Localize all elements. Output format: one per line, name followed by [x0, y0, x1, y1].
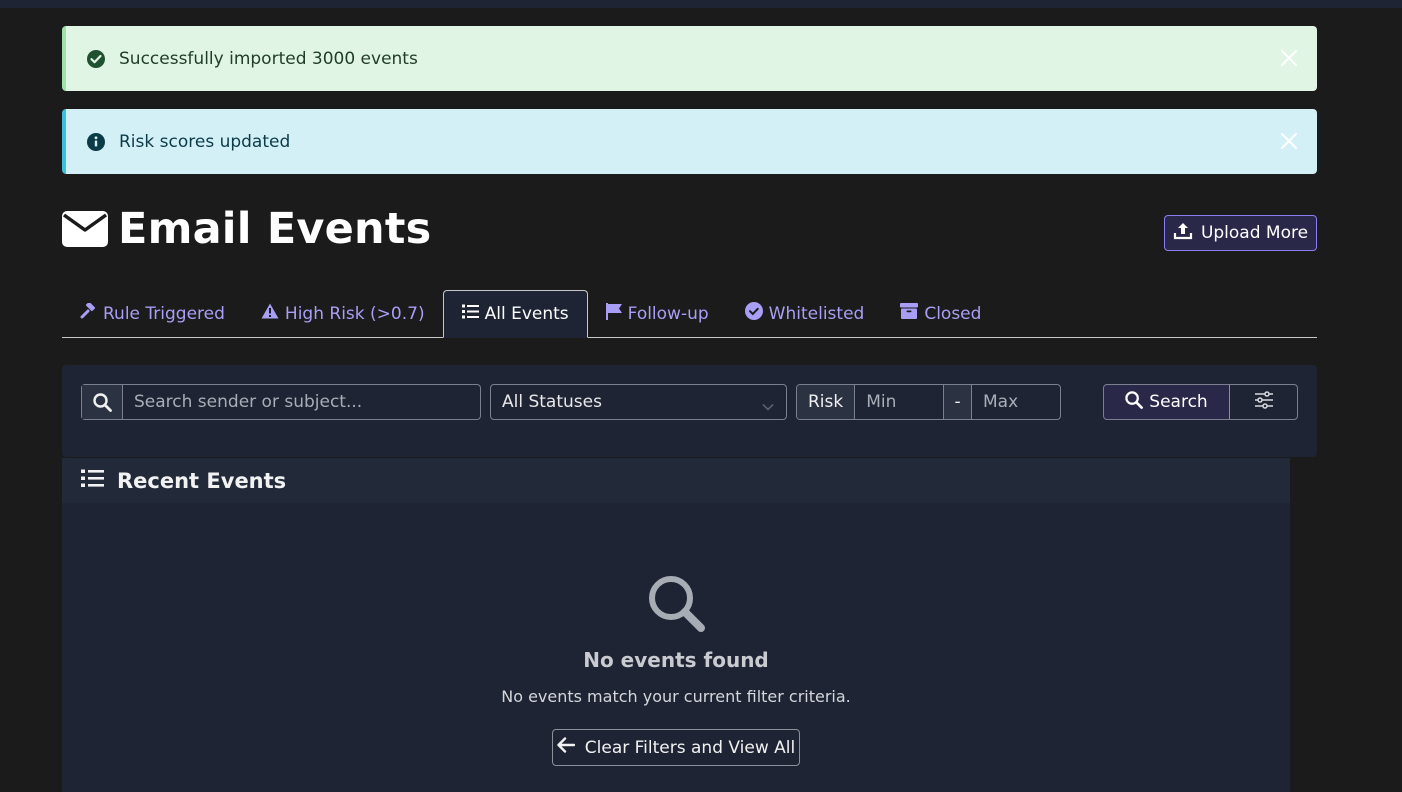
search-button-label: Search: [1149, 392, 1208, 412]
search-input[interactable]: [123, 385, 480, 419]
filter-panel: All Statuses Risk - Search: [62, 365, 1317, 457]
check-circle-icon: [744, 302, 763, 325]
search-icon: [1125, 390, 1144, 414]
close-info-alert-icon[interactable]: [1279, 131, 1299, 151]
empty-state-message: No events match your current filter crit…: [501, 687, 851, 706]
gavel-icon: [80, 301, 97, 325]
warning-icon: [261, 303, 279, 324]
tab-closed-label: Closed: [924, 303, 982, 324]
arrow-left-icon: [557, 737, 575, 758]
event-tabs: Rule Triggered High Risk (>0.7) All Even…: [62, 290, 1317, 338]
clear-filters-button[interactable]: Clear Filters and View All: [552, 729, 800, 766]
risk-label: Risk: [797, 385, 856, 419]
recent-events-title: Recent Events: [117, 468, 287, 493]
close-success-alert-icon[interactable]: [1279, 48, 1299, 68]
status-select[interactable]: All Statuses: [490, 384, 787, 420]
upload-icon: [1173, 221, 1193, 246]
tab-high-risk-label: High Risk (>0.7): [284, 303, 425, 324]
risk-max-input[interactable]: [972, 385, 1060, 419]
list-icon: [81, 469, 104, 493]
recent-events-card: Recent Events No events found No events …: [62, 458, 1290, 792]
magnifier-icon: [647, 574, 705, 636]
archive-icon: [900, 303, 919, 324]
advanced-filters-button[interactable]: [1230, 385, 1297, 419]
search-button-group: Search: [1103, 384, 1298, 420]
tab-rule-triggered-label: Rule Triggered: [103, 303, 225, 324]
tab-closed[interactable]: Closed: [882, 290, 999, 337]
flag-icon: [605, 302, 622, 325]
info-alert: Risk scores updated: [62, 109, 1317, 174]
tab-follow-up-label: Follow-up: [627, 303, 709, 324]
info-alert-message: Risk scores updated: [119, 131, 291, 152]
info-circle-icon: [86, 132, 106, 152]
page-title: Email Events: [118, 204, 432, 254]
tab-follow-up[interactable]: Follow-up: [588, 290, 727, 337]
empty-state-title: No events found: [583, 648, 769, 672]
check-circle-icon: [86, 49, 106, 69]
tab-whitelisted-label: Whitelisted: [768, 303, 865, 324]
risk-range-group: Risk -: [796, 384, 1061, 420]
upload-more-label: Upload More: [1200, 223, 1309, 243]
upload-more-button[interactable]: Upload More: [1164, 215, 1317, 251]
search-button[interactable]: Search: [1104, 385, 1230, 419]
range-separator: -: [943, 385, 972, 419]
status-select-value: All Statuses: [502, 392, 602, 412]
chevron-down-icon: [762, 397, 774, 417]
tab-rule-triggered[interactable]: Rule Triggered: [62, 290, 243, 337]
page-header: Email Events: [62, 204, 431, 254]
tab-high-risk[interactable]: High Risk (>0.7): [243, 290, 443, 337]
envelope-icon: [62, 211, 108, 247]
search-group: [81, 384, 481, 420]
search-icon: [82, 385, 123, 419]
success-alert-message: Successfully imported 3000 events: [119, 48, 418, 69]
sliders-icon: [1254, 391, 1274, 413]
tab-all-events-label: All Events: [484, 304, 569, 324]
tab-whitelisted[interactable]: Whitelisted: [727, 290, 883, 337]
clear-filters-label: Clear Filters and View All: [584, 737, 796, 758]
list-icon: [461, 304, 479, 324]
success-alert: Successfully imported 3000 events: [62, 26, 1317, 91]
risk-min-input[interactable]: [855, 385, 944, 419]
recent-events-header: Recent Events: [62, 458, 1290, 503]
top-nav-bar: [0, 0, 1402, 8]
tab-all-events[interactable]: All Events: [442, 290, 588, 338]
